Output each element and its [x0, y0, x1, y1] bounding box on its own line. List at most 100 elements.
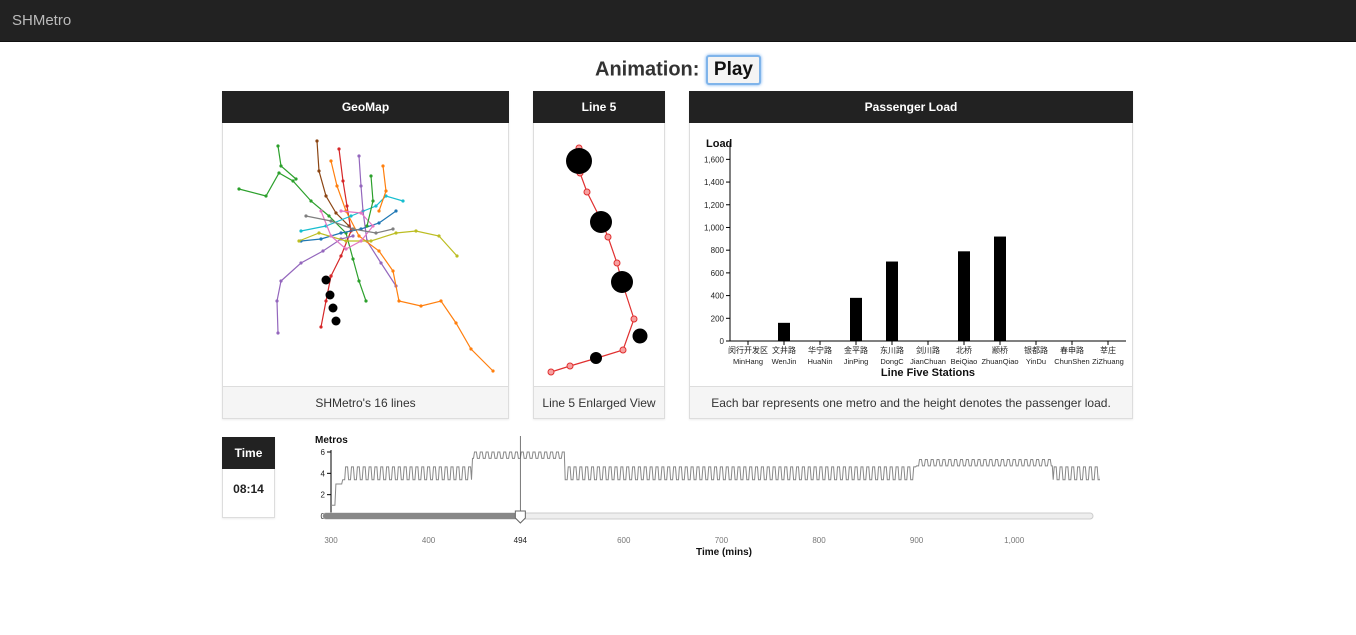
- y-tick-label: 200: [711, 314, 725, 323]
- metro-station: [397, 299, 401, 303]
- y-axis-title: Load: [706, 138, 732, 150]
- x-tick-label: 春申路: [1060, 345, 1084, 355]
- metro-station: [339, 209, 343, 213]
- x-tick-label-en: ZiZhuang: [1092, 357, 1124, 366]
- x-tick-label: 银都路: [1024, 345, 1048, 355]
- metro-station: [359, 239, 363, 243]
- timeline-y-tick-label: 6: [321, 448, 326, 457]
- geomap-title: GeoMap: [222, 91, 509, 123]
- metro-station: [329, 234, 333, 238]
- metro-station: [319, 237, 323, 241]
- x-tick-label: 闵行开发区: [728, 345, 768, 355]
- animation-controls: Animation: Play: [0, 55, 1356, 85]
- time-panel: Time 08:14: [222, 437, 275, 518]
- x-tick-label: 颛桥: [992, 345, 1008, 355]
- metro-station: [377, 249, 381, 253]
- metro-station: [276, 331, 280, 335]
- metro-station: [344, 239, 348, 243]
- time-slider-progress: [323, 513, 521, 519]
- metros-timeline-chart[interactable]: Metros02463004006007008009001,0001,1001,…: [300, 430, 1100, 560]
- animation-label: Animation:: [595, 58, 700, 81]
- metro-station: [264, 194, 268, 198]
- play-button[interactable]: Play: [705, 55, 761, 85]
- line5-train: [590, 211, 612, 233]
- x-tick-label: 东川路: [880, 345, 904, 355]
- x-tick-label-en: MinHang: [733, 357, 763, 366]
- metro-station: [329, 159, 333, 163]
- metro-station: [379, 261, 383, 265]
- load-bar: [958, 251, 970, 341]
- metro-station: [369, 174, 373, 178]
- line5-track: [550, 147, 635, 373]
- metro-station: [294, 177, 298, 181]
- metro-station: [299, 229, 303, 233]
- metro-station: [349, 214, 353, 218]
- metro-train-marker: [325, 290, 335, 300]
- metro-station: [419, 304, 423, 308]
- metro-station: [329, 219, 333, 223]
- metro-train-marker: [328, 303, 338, 313]
- metro-train-marker: [331, 316, 341, 326]
- brand-link[interactable]: SHMetro: [12, 12, 71, 29]
- current-time-label: 494: [514, 536, 528, 545]
- metro-station: [345, 204, 349, 208]
- metro-station: [341, 179, 345, 183]
- metro-station: [324, 194, 328, 198]
- metro-station: [414, 229, 418, 233]
- metro-station: [351, 234, 355, 238]
- timeline-y-tick-label: 4: [321, 469, 326, 478]
- line5-station: [566, 362, 574, 370]
- metro-station: [279, 279, 283, 283]
- metro-station: [351, 227, 355, 231]
- metro-station: [357, 234, 361, 238]
- x-tick-label: 文井路: [772, 345, 796, 355]
- passenger-load-caption: Each bar represents one metro and the he…: [690, 386, 1132, 418]
- x-tick-label-en: JinPing: [844, 357, 869, 366]
- time-slider-handle[interactable]: [514, 510, 526, 524]
- metro-station: [491, 369, 495, 373]
- metro-station: [374, 231, 378, 235]
- metro-station: [359, 211, 363, 215]
- metro-station: [357, 154, 361, 158]
- metro-station: [437, 234, 441, 238]
- line5-title: Line 5: [533, 91, 665, 123]
- load-bar: [994, 236, 1006, 341]
- metro-station: [339, 254, 343, 258]
- timeline-x-tick-label: 1,000: [1004, 536, 1025, 545]
- timeline-x-tick-label: 400: [422, 536, 436, 545]
- x-tick-label: 金平路: [844, 345, 868, 355]
- line5-station: [613, 259, 621, 267]
- x-tick-label-en: JianChuan: [910, 357, 946, 366]
- timeline-x-tick-label: 600: [617, 536, 631, 545]
- metro-station: [351, 257, 355, 261]
- metro-station: [334, 211, 338, 215]
- metro-station: [344, 247, 348, 251]
- metro-line-5: [276, 235, 354, 334]
- metro-train-marker: [321, 275, 331, 285]
- y-tick-label: 1,000: [704, 223, 725, 232]
- x-tick-label: 剑川路: [916, 345, 940, 355]
- line5-train: [590, 352, 602, 364]
- geomap[interactable]: [223, 124, 508, 386]
- line5-station: [547, 368, 555, 376]
- timeline-y-title: Metros: [315, 435, 348, 446]
- metro-station: [317, 231, 321, 235]
- y-tick-label: 1,400: [704, 178, 725, 187]
- metro-station: [381, 164, 385, 168]
- line5-train: [632, 328, 648, 344]
- metro-station: [455, 254, 459, 258]
- line5-station: [604, 233, 612, 241]
- metro-station: [276, 144, 280, 148]
- metro-station: [291, 179, 295, 183]
- metro-station: [319, 325, 323, 329]
- metro-station: [369, 239, 373, 243]
- metro-station: [279, 164, 283, 168]
- metro-station: [275, 299, 279, 303]
- metro-station: [277, 171, 281, 175]
- line5-view[interactable]: [534, 124, 664, 386]
- metro-station: [319, 209, 323, 213]
- line5-caption: Line 5 Enlarged View: [534, 386, 664, 418]
- metro-station: [439, 299, 443, 303]
- metro-station: [394, 231, 398, 235]
- metro-station: [377, 221, 381, 225]
